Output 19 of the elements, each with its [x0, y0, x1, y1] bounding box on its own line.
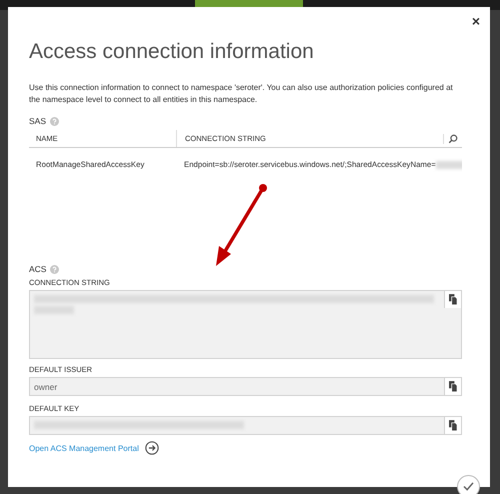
description: Use this connection information to connect to namespace 'seroter'. You can also use authorization policies configured at the namespace level to connect to all entities in this namespace.: [29, 82, 454, 106]
copy-button[interactable]: [444, 378, 461, 395]
copy-icon: [448, 420, 458, 431]
ok-button[interactable]: [457, 475, 480, 494]
close-button[interactable]: ×: [472, 14, 480, 28]
copy-icon: [448, 294, 458, 305]
redacted-text: [436, 160, 462, 168]
portal-link[interactable]: Open ACS Management Portal: [29, 444, 139, 452]
check-icon: [463, 482, 474, 491]
input-field[interactable]: owner: [29, 377, 462, 396]
copy-button[interactable]: [444, 291, 461, 308]
input-field[interactable]: [29, 416, 462, 435]
dialog-title: Access connection information: [29, 40, 315, 64]
section-label: SAS: [29, 116, 46, 126]
field-value: owner: [34, 382, 58, 392]
arrow-circle-icon[interactable]: [144, 441, 159, 455]
copy-icon: [448, 381, 458, 392]
copy-button[interactable]: [444, 417, 461, 434]
section-label: ACS: [29, 264, 46, 274]
